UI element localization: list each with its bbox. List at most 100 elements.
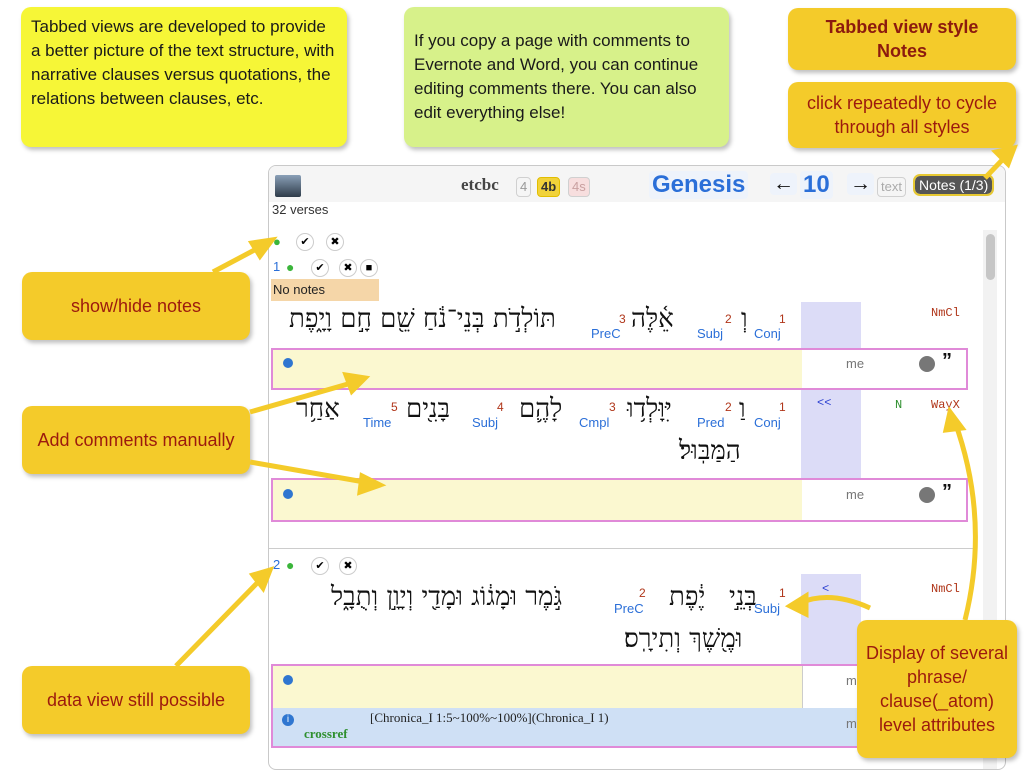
verse-1-notes-icon[interactable]: ● [286, 259, 294, 275]
global-close-button[interactable]: ✖ [326, 233, 344, 251]
global-notes-toggle-icon[interactable]: ● [273, 234, 281, 249]
chapter-number[interactable]: 10 [800, 171, 833, 199]
v1c2-p5-label: Time [363, 415, 392, 430]
verse-count: 32 verses [272, 202, 329, 217]
callout-data-view-text: data view still possible [46, 690, 226, 710]
comment-row-1: me ” [271, 348, 968, 390]
v1c2-relation: << [817, 396, 832, 410]
v2-p2-number: 2 [639, 586, 646, 600]
logo-icon[interactable] [275, 175, 301, 197]
crossref-label: crossref [304, 726, 348, 741]
v1c2-conj-hebrew: וַ [739, 394, 746, 424]
v1c2-p4-number: 4 [497, 400, 504, 414]
comment-row-1-dot-cell [273, 350, 305, 388]
callout-tabbed-views-text: Tabbed views are developed to provide a … [31, 17, 335, 108]
callout-display-attrs: Display of several phrase/ clause(_atom)… [857, 620, 1017, 758]
verse-divider [269, 548, 973, 549]
v1c2-subj-hebrew: בָּנִ֖ים [406, 394, 451, 424]
v1c2-p3-number: 3 [609, 400, 616, 414]
v2-cont-hebrew: וּמֶ֖שֶׁךְ וְתִירָֽס׃ [624, 624, 743, 654]
v2-subj-hebrew: בְּנֵ֣י [729, 582, 757, 612]
v1c1-type: NmCl [931, 306, 960, 320]
v1c1-p1-number: 1 [779, 312, 786, 326]
v1c2-time-hebrew: אַחַ֥ר [296, 394, 340, 424]
notes-tab[interactable]: Notes (1/3) [912, 174, 995, 196]
prev-chapter-button[interactable]: ← [770, 173, 797, 195]
v2-type: NmCl [931, 582, 960, 596]
v1c2-pred-hebrew: יִּוָּלְד֥וּ [627, 394, 672, 424]
v1c2-p1-number: 1 [779, 400, 786, 414]
no-notes-text: No notes [273, 282, 326, 297]
comment-row-2-quote-icon[interactable]: ” [942, 481, 952, 504]
comment-row-1-share-icon[interactable] [919, 356, 935, 372]
version-4s-tab[interactable]: 4s [568, 177, 590, 197]
callout-style-title: Tabbed view style Notes [788, 8, 1016, 70]
arrow-show-hide [211, 243, 264, 275]
v2-pred-hebrew: גֹּ֣מֶר וּמָג֔וֹג וּמָדַ֖י וְיָוָ֣ן וְתֻ… [331, 582, 563, 612]
scrollbar-thumb[interactable] [986, 234, 995, 280]
v1c2-p3-label: Cmpl [579, 415, 610, 430]
callout-click-cycle: click repeatedly to cycle through all st… [788, 82, 1016, 148]
comment-row-3-textarea[interactable] [368, 666, 803, 708]
comment-row-3-dot-cell [273, 666, 305, 708]
comment-row-2-share-icon[interactable] [919, 487, 935, 503]
verse-2-check-button[interactable]: ✔ [311, 557, 329, 575]
callout-data-view: data view still possible [22, 666, 250, 734]
v1c2-p1-label: Conj [754, 415, 781, 430]
v1c2-p2-label: Pred [697, 415, 725, 430]
arrowhead-notes-tab [991, 144, 1018, 169]
v1c2-p4-label: Subj [472, 415, 499, 430]
verse-1-number[interactable]: 1 [273, 259, 280, 274]
v1c2-type: WayX [931, 398, 960, 412]
comment-row-3-label-cell [304, 666, 369, 708]
comment-row-2-dot-icon[interactable] [283, 489, 293, 499]
verse-2-number[interactable]: 2 [273, 557, 280, 572]
v1c1-pred-hebrew: תּוֹלְדֹ֣ת בְּנֵי־נֹ֔חַ שֵׁ֖ם חָ֣ם וָיָ֑… [289, 304, 556, 334]
v1c2-n-marker: N [895, 398, 903, 412]
v1c1-p2-number: 2 [725, 312, 732, 326]
v2-p1-label: Subj [754, 601, 781, 616]
comment-row-1-label-cell [304, 350, 369, 388]
v1c2-p2-number: 2 [725, 400, 732, 414]
v1c2-p5-number: 5 [391, 400, 398, 414]
crossref-text[interactable]: [Chronica_I 1:5~100%~100%](Chronica_I 1) [370, 710, 609, 726]
comment-row-1-textarea[interactable] [368, 350, 803, 388]
verse-1-trash-icon[interactable]: ■ [360, 259, 378, 277]
arrow-data-view [174, 576, 264, 668]
verse-1-check-button[interactable]: ✔ [311, 259, 329, 277]
source-label: etcbc [461, 175, 499, 194]
v1c1-p3-number: 3 [619, 312, 626, 326]
comment-row-1-dot-icon[interactable] [283, 358, 293, 368]
comment-row-2-label-cell [304, 480, 369, 520]
global-check-button[interactable]: ✔ [296, 233, 314, 251]
verse-2-close-button[interactable]: ✖ [339, 557, 357, 575]
verse-2-notes-icon[interactable]: ● [286, 557, 294, 573]
comment-row-1-quote-icon[interactable]: ” [942, 350, 952, 373]
comment-row-2-author: me [846, 487, 865, 502]
callout-copy-page: If you copy a page with comments to Ever… [404, 7, 729, 147]
callout-tabbed-views: Tabbed views are developed to provide a … [21, 7, 347, 147]
comment-row-2-textarea[interactable] [368, 480, 803, 520]
comment-row-2-dot-cell [273, 480, 305, 520]
v1c1-subj-hebrew: אֵ֫לֶּה [631, 304, 674, 334]
v1c2-cont-hebrew: הַמַּבּֽוּל׃ [679, 436, 741, 466]
version-4b-tab[interactable]: 4b [537, 177, 561, 197]
comment-row-2-actions [908, 480, 966, 520]
book-name[interactable]: Genesis [649, 171, 749, 199]
verse-1-close-button[interactable]: ✖ [339, 259, 357, 277]
callout-add-comments-text: Add comments manually [37, 430, 235, 450]
version-4-tab[interactable]: 4 [516, 177, 532, 197]
comment-row-3-dot-icon[interactable] [283, 675, 293, 685]
callout-show-hide-text: show/hide notes [70, 296, 202, 316]
v1c2-cmpl-hebrew: לָהֶ֛ם [519, 394, 563, 424]
comment-row-1-author: me [846, 356, 865, 371]
text-tab[interactable]: text [877, 177, 906, 197]
v1c1-p1-label: Conj [754, 326, 781, 341]
crossref-info-icon[interactable]: i [282, 714, 294, 726]
v1c1-conj-hebrew: וְ [741, 304, 748, 334]
callout-add-comments: Add comments manually [22, 406, 250, 474]
attribute-column-v1 [801, 302, 861, 479]
comment-row-1-actions [908, 350, 966, 388]
callout-style-title-line2: Notes [876, 41, 927, 61]
next-chapter-button[interactable]: → [847, 173, 874, 195]
